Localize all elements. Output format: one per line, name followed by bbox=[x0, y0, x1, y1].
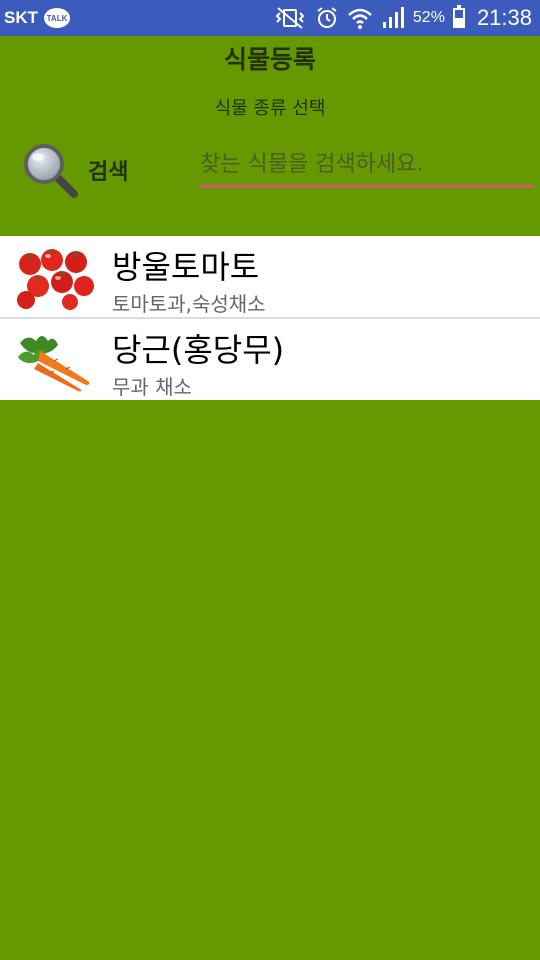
plant-description: 무과 채소 bbox=[112, 375, 192, 399]
search-icon[interactable] bbox=[22, 142, 80, 200]
tomato-icon bbox=[17, 249, 94, 310]
carrot-icon bbox=[18, 336, 90, 392]
alarm-icon bbox=[317, 7, 337, 28]
plant-name: 당근(홍당무) bbox=[112, 331, 285, 369]
kakaotalk-icon: TALK bbox=[44, 8, 70, 28]
list-item[interactable]: 방울토마토 토마토과,숙성채소 bbox=[0, 236, 540, 319]
page-title: 식물등록 bbox=[223, 45, 316, 74]
plant-name: 방울토마토 bbox=[112, 248, 260, 286]
signal-icon bbox=[382, 7, 404, 28]
vibrate-mute-icon bbox=[275, 7, 305, 29]
list-item[interactable]: 당근(홍당무) 무과 채소 bbox=[0, 319, 540, 400]
carrier-label: SKT bbox=[4, 8, 38, 27]
wifi-icon bbox=[348, 8, 372, 29]
clock: 21:38 bbox=[476, 5, 532, 30]
battery-icon bbox=[452, 5, 465, 28]
status-bar: SKT TALK 52% 21:38 bbox=[0, 0, 540, 36]
plant-list: 방울토마토 토마토과,숙성채소 당근(홍당무) 무과 채소 bbox=[0, 236, 540, 400]
page-subtitle: 식물 종류 선택 bbox=[214, 98, 326, 119]
battery-percent: 52% bbox=[412, 9, 445, 26]
plant-description: 토마토과,숙성채소 bbox=[112, 292, 266, 316]
search-input[interactable] bbox=[200, 146, 534, 188]
search-label: 검색 bbox=[88, 160, 129, 185]
